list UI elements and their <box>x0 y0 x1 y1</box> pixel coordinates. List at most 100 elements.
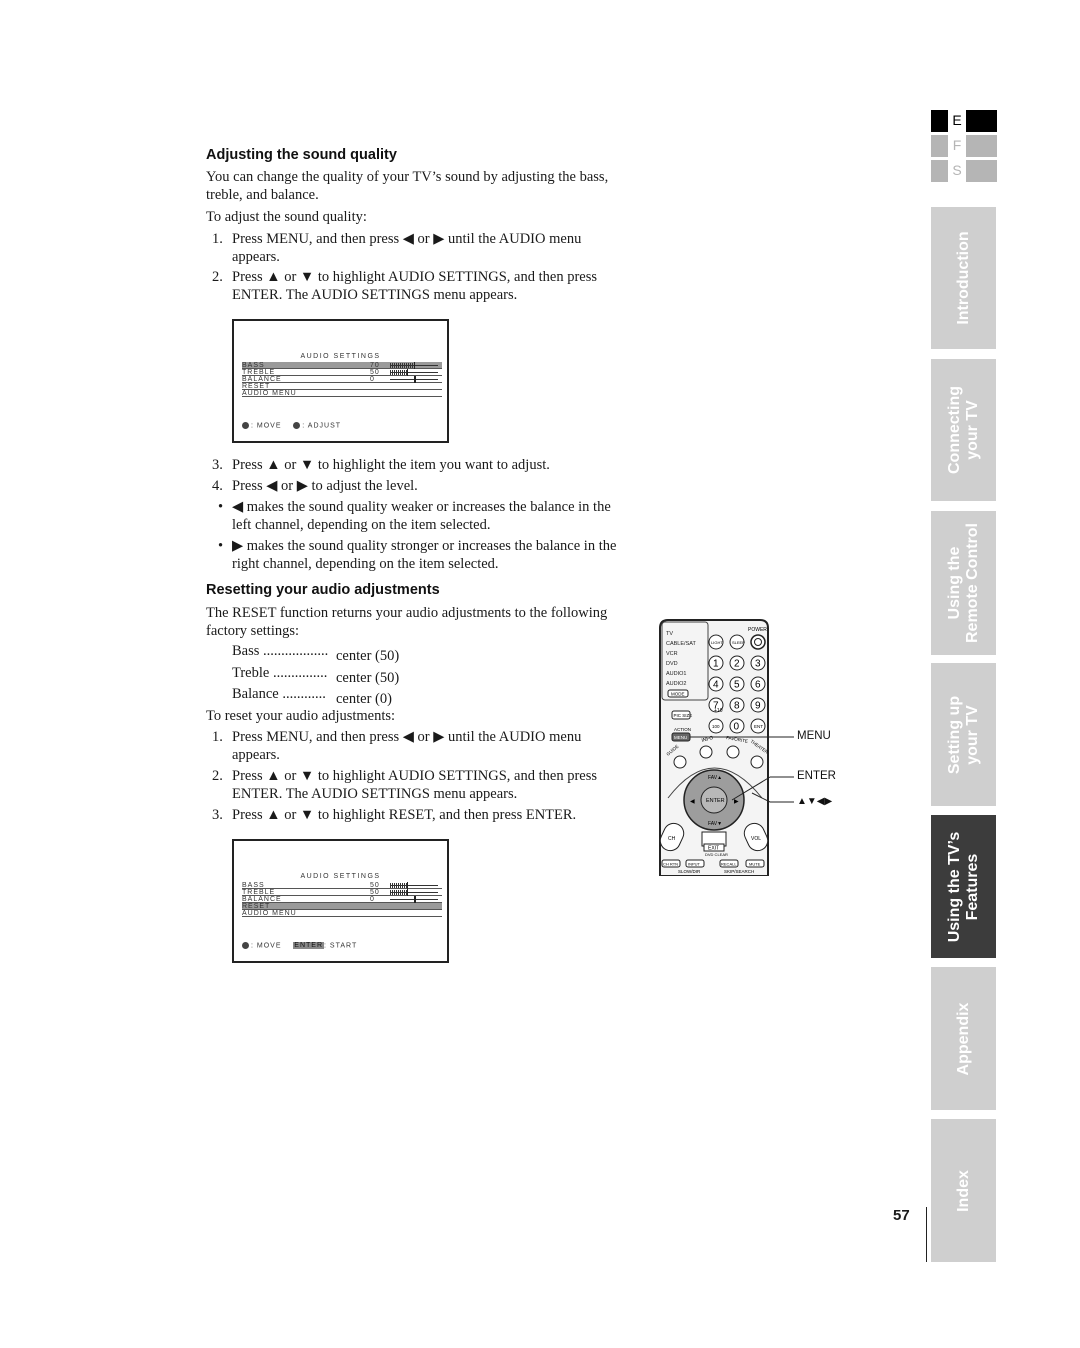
digit-label: 1 <box>713 659 719 670</box>
osd-row-label: AUDIO MENU <box>242 390 297 397</box>
osd-row-value: 70 <box>370 362 380 369</box>
lead-text: To adjust the sound quality: <box>206 209 367 225</box>
svg-text:LIGHT: LIGHT <box>711 640 723 645</box>
language-tab-english[interactable]: E <box>931 110 997 132</box>
step-text: Press MENU, and then press ◀ or ▶ until … <box>232 231 582 265</box>
language-tab-french[interactable]: F <box>931 135 997 157</box>
mode-dvd: DVD <box>666 661 678 667</box>
level-fill <box>390 370 407 375</box>
mode-audio1: AUDIO1 <box>666 671 686 677</box>
pic-size-button: PIC SIZE <box>674 713 693 718</box>
mode-tv: TV <box>666 631 673 637</box>
step-number: 2. <box>212 269 223 285</box>
power-label: POWER <box>748 627 767 633</box>
step-item: 4. Press ◀ or ▶ to adjust the level. <box>212 477 632 495</box>
tab-using-remote-control[interactable]: Using the Remote Control <box>931 511 996 655</box>
digit-label: 8 <box>734 701 740 712</box>
digit-label: 3 <box>755 659 761 670</box>
osd-row: TREBLE 50 <box>242 889 442 896</box>
osd-row-label: RESET <box>242 903 271 910</box>
osd-row-label: BASS <box>242 882 265 889</box>
digit-label: 5 <box>734 680 740 691</box>
ch-rtn-button: CH RTN <box>663 862 678 867</box>
tab-connecting-your-tv[interactable]: Connecting your TV <box>931 359 996 501</box>
step-number: 4. <box>212 478 223 494</box>
svg-text:+10: +10 <box>714 708 723 714</box>
step-item: 2. Press ▲ or ▼ to highlight AUDIO SETTI… <box>212 268 632 304</box>
power-button <box>750 634 766 650</box>
mode-vcr: VCR <box>666 651 678 657</box>
tab-introduction[interactable]: Introduction <box>931 207 996 349</box>
svg-text:100: 100 <box>712 724 720 729</box>
tab-using-tv-features[interactable]: Using the TV’s Features <box>931 815 996 958</box>
osd-row-label: RESET <box>242 383 271 390</box>
factory-setting-row: Balance ............ center (0) <box>232 686 392 707</box>
tab-index[interactable]: Index <box>931 1119 996 1262</box>
osd-row: BASS 50 <box>242 882 442 889</box>
audio-settings-screen-adjust: AUDIO SETTINGS BASS 70 TREBLE 50 BALANCE 0 … <box>232 319 449 443</box>
step-text: Press ▲ or ▼ to highlight AUDIO SETTINGS… <box>232 768 597 802</box>
mode-button: MODE <box>671 692 685 697</box>
callout-enter: ENTER <box>797 770 836 782</box>
callout-lines <box>690 736 794 803</box>
osd-title: AUDIO SETTINGS <box>300 353 381 360</box>
svg-text:EXIT: EXIT <box>708 846 719 852</box>
move-pad-icon <box>242 422 249 429</box>
osd-row: BALANCE 0 <box>242 896 442 903</box>
page-number-rule <box>926 1207 927 1262</box>
level-fill <box>390 883 407 888</box>
tab-setting-up-your-tv[interactable]: Setting up your TV <box>931 663 996 806</box>
digit-label: 4 <box>713 680 719 691</box>
osd-row-value: 0 <box>370 896 375 903</box>
callout-menu: MENU <box>797 730 831 742</box>
step-text: Press ▲ or ▼ to highlight AUDIO SETTINGS… <box>232 269 597 303</box>
level-marker <box>414 362 415 369</box>
step-number: 3. <box>212 457 223 473</box>
input-button: INPUT <box>688 862 701 867</box>
recall-button: RECALL <box>721 862 737 867</box>
reset-intro-paragraph: The RESET function returns your audio ad… <box>206 605 608 639</box>
mode-audio2: AUDIO2 <box>666 681 686 687</box>
balance-marker <box>414 896 416 903</box>
osd-row-label: AUDIO MENU <box>242 910 297 917</box>
reset-lead-text: To reset your audio adjustments: <box>206 708 396 724</box>
bullet-text: ◀ makes the sound quality weaker or incr… <box>232 499 611 533</box>
step-text: Press ▲ or ▼ to highlight RESET, and the… <box>232 807 577 823</box>
osd-row: RESET <box>242 903 442 910</box>
tab-appendix[interactable]: Appendix <box>931 967 996 1110</box>
svg-text:CH: CH <box>668 836 676 842</box>
osd-row-value: 50 <box>370 889 380 896</box>
osd-footer: : MOVE : ADJUST <box>242 422 341 429</box>
osd-row-label: TREBLE <box>242 889 276 896</box>
digit-label: 6 <box>755 680 761 691</box>
step-text: Press MENU, and then press ◀ or ▶ until … <box>232 729 582 763</box>
section-heading-adjusting: Adjusting the sound quality <box>206 147 397 163</box>
osd-row-label: BASS <box>242 362 265 369</box>
language-tab-spanish[interactable]: S <box>931 160 997 182</box>
svg-text:VOL: VOL <box>751 836 761 842</box>
bullet-item: • ◀ makes the sound quality weaker or in… <box>218 499 611 533</box>
osd-row-label: BALANCE <box>242 376 282 383</box>
svg-text:ENT: ENT <box>754 724 763 729</box>
intro-paragraph: You can change the quality of your TV’s … <box>206 169 609 203</box>
osd-row: BASS 70 <box>242 362 442 369</box>
osd-row: AUDIO MENU <box>242 390 442 397</box>
osd-row-value: 0 <box>370 376 375 383</box>
osd-title: AUDIO SETTINGS <box>300 873 381 880</box>
step-text: Press ▲ or ▼ to highlight the item you w… <box>232 457 550 473</box>
step-item: 3. Press ▲ or ▼ to highlight the item yo… <box>212 456 632 474</box>
digit-label: 9 <box>755 701 761 712</box>
mute-button: MUTE <box>749 862 761 867</box>
step-number: 1. <box>212 231 223 247</box>
svg-text:SLOW/DIR: SLOW/DIR <box>678 869 701 874</box>
bullet-item: • ▶ makes the sound quality stronger or … <box>218 538 617 572</box>
factory-setting-row: Treble ............... center (50) <box>232 665 400 686</box>
bullet-text: ▶ makes the sound quality stronger or in… <box>232 538 617 572</box>
enter-key-label: ENTER <box>293 942 325 950</box>
step-item: 2. Press ▲ or ▼ to highlight AUDIO SETTI… <box>212 768 597 802</box>
level-marker <box>407 889 408 896</box>
svg-text:SKIP/SEARCH: SKIP/SEARCH <box>724 869 754 874</box>
osd-row-value: 50 <box>370 882 380 889</box>
callout-arrows: ▲▼◀▶ <box>797 796 833 807</box>
step-item: 1. Press MENU, and then press ◀ or ▶ unt… <box>212 729 582 763</box>
